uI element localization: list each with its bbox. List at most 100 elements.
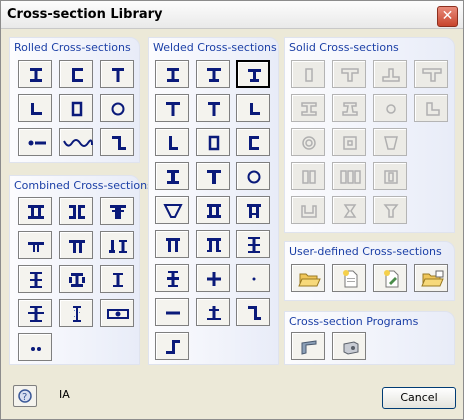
welded-i-tapered-button[interactable] <box>155 162 189 190</box>
welded-tee-narrow-button[interactable] <box>196 94 230 122</box>
welded-channel-icon <box>249 136 259 150</box>
rolled-z-section-button[interactable] <box>100 128 134 156</box>
solid-funnel-button[interactable] <box>373 196 407 224</box>
welded-s-button[interactable] <box>155 332 189 360</box>
solid-double-rect-button[interactable] <box>291 162 325 190</box>
welded-i-double-web-button[interactable] <box>155 264 189 292</box>
folder-settings-button[interactable] <box>414 264 448 292</box>
solid-step-button[interactable] <box>414 94 448 122</box>
welded-pi-button[interactable] <box>155 230 189 258</box>
combined-i-cover-plate-button[interactable] <box>18 299 52 327</box>
rolled-corrugated-sheet-button[interactable] <box>59 128 93 156</box>
angle-icon <box>31 103 42 115</box>
solid-trapezoid-icon <box>384 136 398 150</box>
solid-rect-core-button[interactable] <box>373 162 407 190</box>
solid-ring-icon <box>302 136 316 150</box>
welded-channel-button[interactable] <box>236 128 270 156</box>
welded-i-selected-button[interactable] <box>236 60 270 88</box>
welded-i-unequal-button[interactable] <box>196 60 230 88</box>
new-document-button[interactable] <box>332 264 366 292</box>
solid-i-button[interactable] <box>291 94 325 122</box>
welded-z-button[interactable] <box>236 298 270 326</box>
rolled-angle-button[interactable] <box>18 94 52 122</box>
solid-hollow-rect-button[interactable] <box>332 128 366 156</box>
lattice-section-icon <box>73 306 81 322</box>
welded-pi-flanged-button[interactable] <box>196 230 230 258</box>
program-shape-massive-button[interactable] <box>332 332 366 360</box>
welded-i-narrow-icon <box>248 69 261 82</box>
combined-double-i-button[interactable] <box>18 197 52 225</box>
round-and-flat-bar-icon <box>28 140 46 146</box>
welded-tee-inverted-button[interactable] <box>196 298 230 326</box>
solid-rectangle-button[interactable] <box>291 60 325 88</box>
rolled-channel-button[interactable] <box>59 60 93 88</box>
combined-double-angle-top-button[interactable] <box>59 231 93 259</box>
combined-double-tee-button[interactable] <box>100 197 134 225</box>
program-shape-thin-button[interactable] <box>291 332 325 360</box>
combined-two-bars-button[interactable] <box>18 333 52 361</box>
welded-angle-button[interactable] <box>236 94 270 122</box>
user-defined-panel-title: User-defined Cross-sections <box>289 245 442 258</box>
combined-double-channel-button[interactable] <box>59 197 93 225</box>
rolled-rectangular-tube-button[interactable] <box>59 94 93 122</box>
solid-inverted-tee-button[interactable] <box>373 60 407 88</box>
solid-asym-tee-button[interactable] <box>414 60 448 88</box>
open-folder-button[interactable] <box>291 264 325 292</box>
combined-lattice-button[interactable] <box>59 299 93 327</box>
edit-document-button[interactable] <box>373 264 407 292</box>
welded-i-button[interactable] <box>155 60 189 88</box>
solid-triple-rect-button[interactable] <box>332 162 366 190</box>
combined-i-with-plate-button[interactable] <box>18 265 52 293</box>
welded-i-icon <box>167 68 179 82</box>
solid-ring-button[interactable] <box>291 128 325 156</box>
rolled-circular-tube-button[interactable] <box>100 94 134 122</box>
solid-u-button[interactable] <box>291 196 325 224</box>
welded-box-icon <box>208 135 220 151</box>
welded-tee-button[interactable] <box>155 94 189 122</box>
welded-i-stiffened-button[interactable] <box>236 230 270 258</box>
solid-step-icon <box>426 102 440 116</box>
rectangular-tube-icon <box>71 101 83 117</box>
combined-i-thin-button[interactable] <box>100 265 134 293</box>
welded-angle-lipped-button[interactable] <box>155 128 189 156</box>
close-button[interactable]: ✕ <box>437 6 458 27</box>
welded-trapezoid-button[interactable] <box>155 196 189 224</box>
combined-box-girder-button[interactable] <box>100 299 134 327</box>
double-channel-icon <box>69 205 85 219</box>
welded-flat-button[interactable] <box>155 298 189 326</box>
welded-tee-bulb-button[interactable] <box>196 162 230 190</box>
combined-panel-title: Combined Cross-sections <box>14 179 153 192</box>
rolled-i-beam-button[interactable] <box>18 60 52 88</box>
welded-dot-icon <box>252 277 256 281</box>
rolled-tee-button[interactable] <box>100 60 134 88</box>
combined-double-angle-button[interactable] <box>18 231 52 259</box>
solid-hourglass-button[interactable] <box>332 196 366 224</box>
solid-funnel-icon <box>383 204 399 218</box>
welded-i-unequal-icon <box>207 68 221 82</box>
combined-tee-i-button[interactable] <box>100 231 134 259</box>
solid-tee-button[interactable] <box>332 60 366 88</box>
solid-trapezoid-button[interactable] <box>373 128 407 156</box>
welded-pi-flanged-icon <box>207 238 221 252</box>
tee-and-i-icon <box>109 240 127 253</box>
programs-panel-title: Cross-section Programs <box>289 315 419 328</box>
welded-tube-button[interactable] <box>236 162 270 190</box>
welded-dot-button[interactable] <box>236 264 270 292</box>
solid-circle-button[interactable] <box>373 94 407 122</box>
cancel-button[interactable]: Cancel <box>382 387 456 409</box>
welded-box-flanged-button[interactable] <box>196 196 230 224</box>
combined-i-flanges-button[interactable] <box>59 265 93 293</box>
welded-box-button[interactable] <box>196 128 230 156</box>
welded-tee-narrow-icon <box>208 102 220 116</box>
rolled-round-bar-flat-button[interactable] <box>18 128 52 156</box>
svg-text:?: ? <box>22 392 27 403</box>
help-button[interactable]: ? <box>13 385 37 407</box>
solid-rectangle-core-icon <box>384 170 398 184</box>
welded-box-top-flange-button[interactable] <box>236 196 270 224</box>
solid-i-tapered-button[interactable] <box>332 94 366 122</box>
i-with-cover-plate-icon <box>28 306 44 322</box>
double-angle-icon <box>28 242 44 252</box>
solid-triple-rectangle-icon <box>340 170 361 184</box>
welded-cross-button[interactable] <box>196 264 230 292</box>
solid-rectangle-icon <box>305 68 313 82</box>
